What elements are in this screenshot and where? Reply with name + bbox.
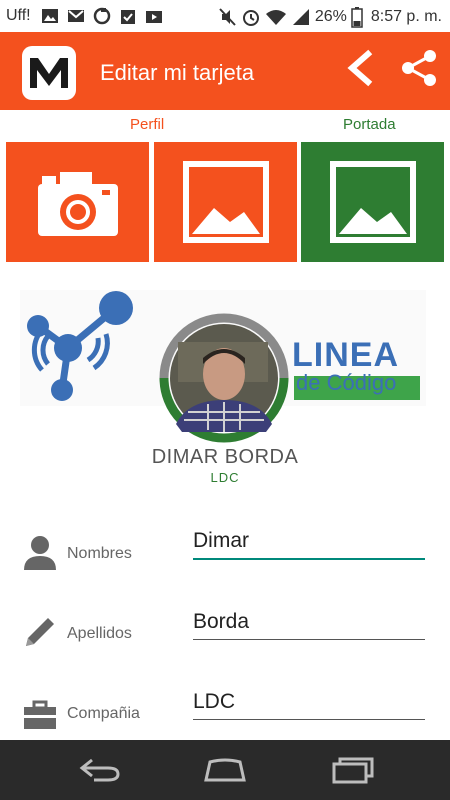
share-icon[interactable]: [398, 48, 440, 88]
person-icon: [24, 536, 56, 570]
banner-subtitle: de Código: [296, 370, 397, 395]
back-icon[interactable]: [78, 756, 122, 784]
signal-icon: [292, 9, 309, 25]
network-logo-icon: [27, 291, 133, 401]
gmail-notification-icon: [68, 10, 84, 22]
status-bar: Uff! 26% 8:57 p. m.: [0, 0, 450, 32]
apellidos-field[interactable]: [193, 604, 425, 640]
cover-tile[interactable]: [301, 142, 444, 262]
home-icon[interactable]: [202, 756, 248, 784]
compania-label: Compañia: [67, 705, 140, 722]
recent-apps-icon[interactable]: [330, 756, 374, 784]
battery-icon: [351, 7, 363, 28]
app-bar: Editar mi tarjeta: [0, 32, 450, 110]
wifi-icon: [265, 10, 286, 25]
avatar[interactable]: [158, 312, 290, 444]
image-icon: [330, 161, 416, 243]
camera-tile[interactable]: [6, 142, 149, 262]
nombres-field[interactable]: [193, 524, 425, 560]
camera-icon: [38, 172, 118, 236]
carrier-label: Uff!: [6, 7, 31, 24]
profile-name: DIMAR BORDA: [151, 446, 299, 468]
alarm-icon: [242, 10, 259, 26]
profile-company: LDC: [210, 470, 240, 485]
system-status: 26% 8:57 p. m.: [219, 6, 442, 28]
compania-field[interactable]: [193, 684, 425, 720]
gallery-tile[interactable]: [154, 142, 297, 262]
clock: 8:57 p. m.: [370, 8, 442, 25]
briefcase-icon: [24, 700, 56, 729]
sync-notification-icon: [93, 7, 111, 25]
video-notification-icon: [146, 11, 162, 23]
notification-icons: [40, 6, 164, 26]
back-arrow-icon[interactable]: [342, 48, 376, 88]
apellidos-label: Apellidos: [67, 625, 132, 642]
image-notification-icon: [42, 9, 58, 23]
system-nav-bar: [0, 740, 450, 800]
tab-portada[interactable]: Portada: [343, 116, 396, 133]
screen: Uff! 26% 8:57 p. m. Editar mi tarjeta Pe…: [0, 0, 450, 800]
tab-perfil[interactable]: Perfil: [130, 116, 164, 133]
clipboard-notification-icon: [121, 10, 135, 24]
app-logo-icon: [22, 46, 76, 100]
page-title: Editar mi tarjeta: [100, 60, 255, 85]
avatar-photo: [159, 313, 289, 443]
battery-percent: 26%: [314, 8, 347, 25]
nombres-label: Nombres: [67, 545, 132, 562]
image-icon: [183, 161, 269, 243]
pencil-icon: [26, 618, 54, 646]
mute-icon: [219, 8, 236, 26]
